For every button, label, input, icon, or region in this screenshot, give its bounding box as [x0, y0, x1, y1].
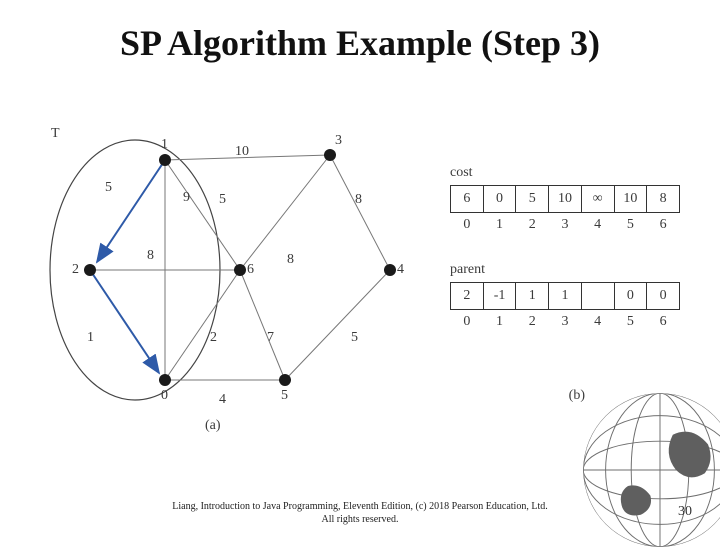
node-6-label: 6	[247, 262, 254, 278]
cost-idx: 3	[549, 213, 582, 239]
subfigure-a-label: (a)	[205, 418, 221, 434]
node-0-label: 0	[161, 388, 168, 404]
footer-line-1: Liang, Introduction to Java Programming,…	[172, 501, 547, 512]
parent-array: 2 -1 1 1 0 0 0 1 2 3 4 5 6	[450, 282, 680, 335]
cost-idx: 4	[581, 213, 614, 239]
edge-12-weight: 5	[105, 180, 112, 196]
cost-idx: 0	[451, 213, 484, 239]
graph-svg	[35, 130, 415, 430]
arrays-panel: cost 6 0 5 10 ∞ 10 8 0 1 2 3 4 5 6 paren…	[450, 165, 680, 335]
edge-13-weight: 10	[235, 144, 249, 160]
edge-26-weight: 5	[219, 192, 226, 208]
edge-16-weight: 9	[183, 190, 190, 206]
edge-60-weight: 2	[210, 330, 217, 346]
cost-val: 0	[483, 186, 516, 213]
tree-set-label: T	[51, 126, 60, 142]
cost-val: 8	[647, 186, 680, 213]
parent-val: 2	[451, 283, 484, 310]
cost-val: ∞	[581, 186, 614, 213]
cost-idx: 6	[647, 213, 680, 239]
parent-idx: 6	[647, 310, 680, 336]
footer-credits: Liang, Introduction to Java Programming,…	[0, 500, 720, 526]
graph-figure: T 1 2 0 3 4 5 6 5 8 10 9 1 5 8 8 5 4 7 2	[35, 130, 415, 430]
edge-10-weight: 8	[147, 248, 154, 264]
node-5-label: 5	[281, 388, 288, 404]
node-4-label: 4	[397, 262, 404, 278]
parent-val: 1	[549, 283, 582, 310]
cost-val: 5	[516, 186, 549, 213]
parent-idx: 0	[451, 310, 484, 336]
parent-idx: 3	[549, 310, 582, 336]
cost-val: 10	[614, 186, 647, 213]
parent-val: -1	[483, 283, 516, 310]
parent-label: parent	[450, 262, 680, 278]
edge-36-weight: 8	[287, 252, 294, 268]
edge-20-weight: 1	[87, 330, 94, 346]
edge-50-weight: 4	[219, 392, 226, 408]
cost-idx: 1	[483, 213, 516, 239]
page-title: SP Algorithm Example (Step 3)	[0, 22, 720, 64]
page-number: 30	[678, 504, 692, 520]
cost-val: 6	[451, 186, 484, 213]
cost-val: 10	[549, 186, 582, 213]
edges-tree	[90, 160, 165, 373]
parent-val	[581, 283, 614, 310]
parent-idx: 1	[483, 310, 516, 336]
parent-idx: 2	[516, 310, 549, 336]
edge-34-weight: 8	[355, 192, 362, 208]
parent-idx: 4	[581, 310, 614, 336]
nodes	[84, 149, 396, 386]
node-1-label: 1	[161, 137, 168, 153]
edge-45-weight: 5	[351, 330, 358, 346]
edge-56-weight: 7	[267, 330, 274, 346]
cost-idx: 5	[614, 213, 647, 239]
node-3-label: 3	[335, 133, 342, 149]
parent-val: 0	[614, 283, 647, 310]
parent-val: 0	[647, 283, 680, 310]
cost-idx: 2	[516, 213, 549, 239]
node-2-label: 2	[72, 262, 79, 278]
globe-icon	[580, 390, 720, 550]
parent-idx: 5	[614, 310, 647, 336]
cost-array: 6 0 5 10 ∞ 10 8 0 1 2 3 4 5 6	[450, 185, 680, 238]
parent-val: 1	[516, 283, 549, 310]
cost-label: cost	[450, 165, 680, 181]
footer-line-2: All rights reserved.	[322, 514, 399, 525]
